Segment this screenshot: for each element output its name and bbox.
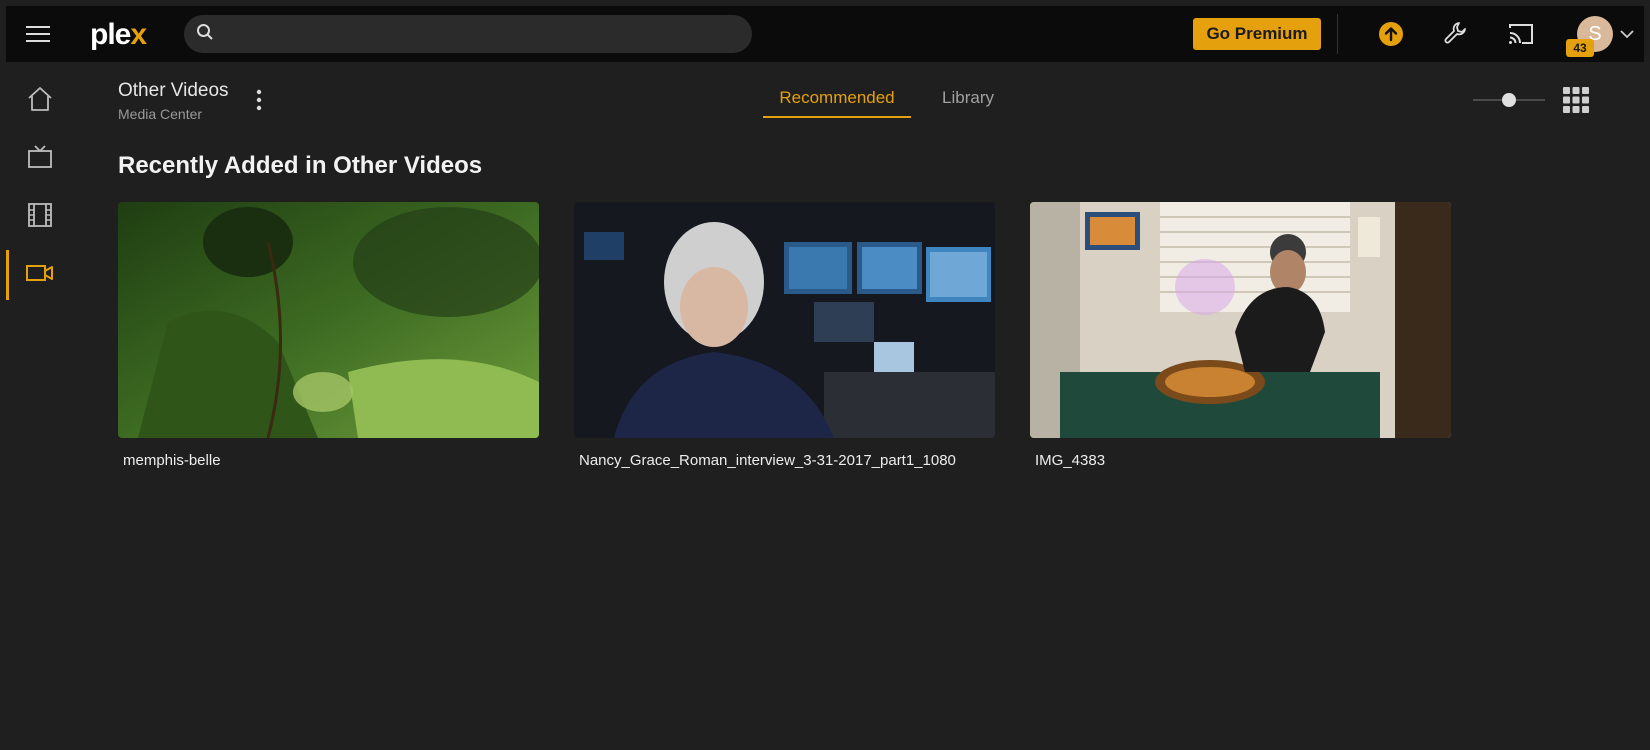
settings-wrench-icon[interactable] <box>1441 18 1471 48</box>
video-thumbnail[interactable] <box>118 202 539 438</box>
tab-recommended[interactable]: Recommended <box>763 88 911 118</box>
sidebar-item-other-videos[interactable] <box>6 248 74 302</box>
go-premium-button[interactable]: Go Premium <box>1193 18 1321 50</box>
logo-text: ple <box>90 18 131 51</box>
tab-library[interactable]: Library <box>920 88 1016 116</box>
sidebar <box>0 62 80 750</box>
video-card[interactable]: memphis-belle <box>118 202 539 469</box>
plex-logo[interactable]: plex <box>90 18 147 52</box>
search-icon <box>196 23 214 46</box>
video-card[interactable]: IMG_4383 <box>1030 202 1451 469</box>
home-icon <box>26 85 54 118</box>
top-bar: plex Go Premium S 43 <box>6 6 1644 62</box>
chevron-down-icon[interactable] <box>1619 26 1635 42</box>
video-title[interactable]: Nancy_Grace_Roman_interview_3-31-2017_pa… <box>579 452 995 469</box>
video-thumbnail[interactable] <box>1030 202 1451 438</box>
activity-upload-icon[interactable] <box>1377 20 1405 48</box>
divider <box>1337 14 1338 54</box>
film-icon <box>26 201 54 234</box>
sidebar-item-movies[interactable] <box>6 190 74 244</box>
poster-size-slider[interactable] <box>1473 90 1545 110</box>
search-input[interactable] <box>224 25 752 43</box>
more-options-icon[interactable] <box>246 86 272 114</box>
notification-badge[interactable]: 43 <box>1566 39 1594 57</box>
sidebar-item-home[interactable] <box>6 74 74 128</box>
section-title: Recently Added in Other Videos <box>118 152 483 179</box>
video-camera-icon <box>25 261 55 290</box>
logo-accent: x <box>130 18 147 51</box>
tv-icon <box>26 143 54 176</box>
slider-knob[interactable] <box>1502 93 1516 107</box>
sidebar-item-tv-shows[interactable] <box>6 132 74 186</box>
video-card[interactable]: Nancy_Grace_Roman_interview_3-31-2017_pa… <box>574 202 995 469</box>
library-title: Other Videos <box>118 80 229 101</box>
cast-icon[interactable] <box>1506 19 1536 49</box>
grid-view-icon[interactable] <box>1563 87 1589 113</box>
video-thumbnail[interactable] <box>574 202 995 438</box>
video-title[interactable]: memphis-belle <box>123 452 539 469</box>
library-server-name: Media Center <box>118 106 203 122</box>
search-bar[interactable] <box>184 15 752 53</box>
video-title[interactable]: IMG_4383 <box>1035 452 1451 469</box>
menu-icon[interactable] <box>24 20 52 48</box>
